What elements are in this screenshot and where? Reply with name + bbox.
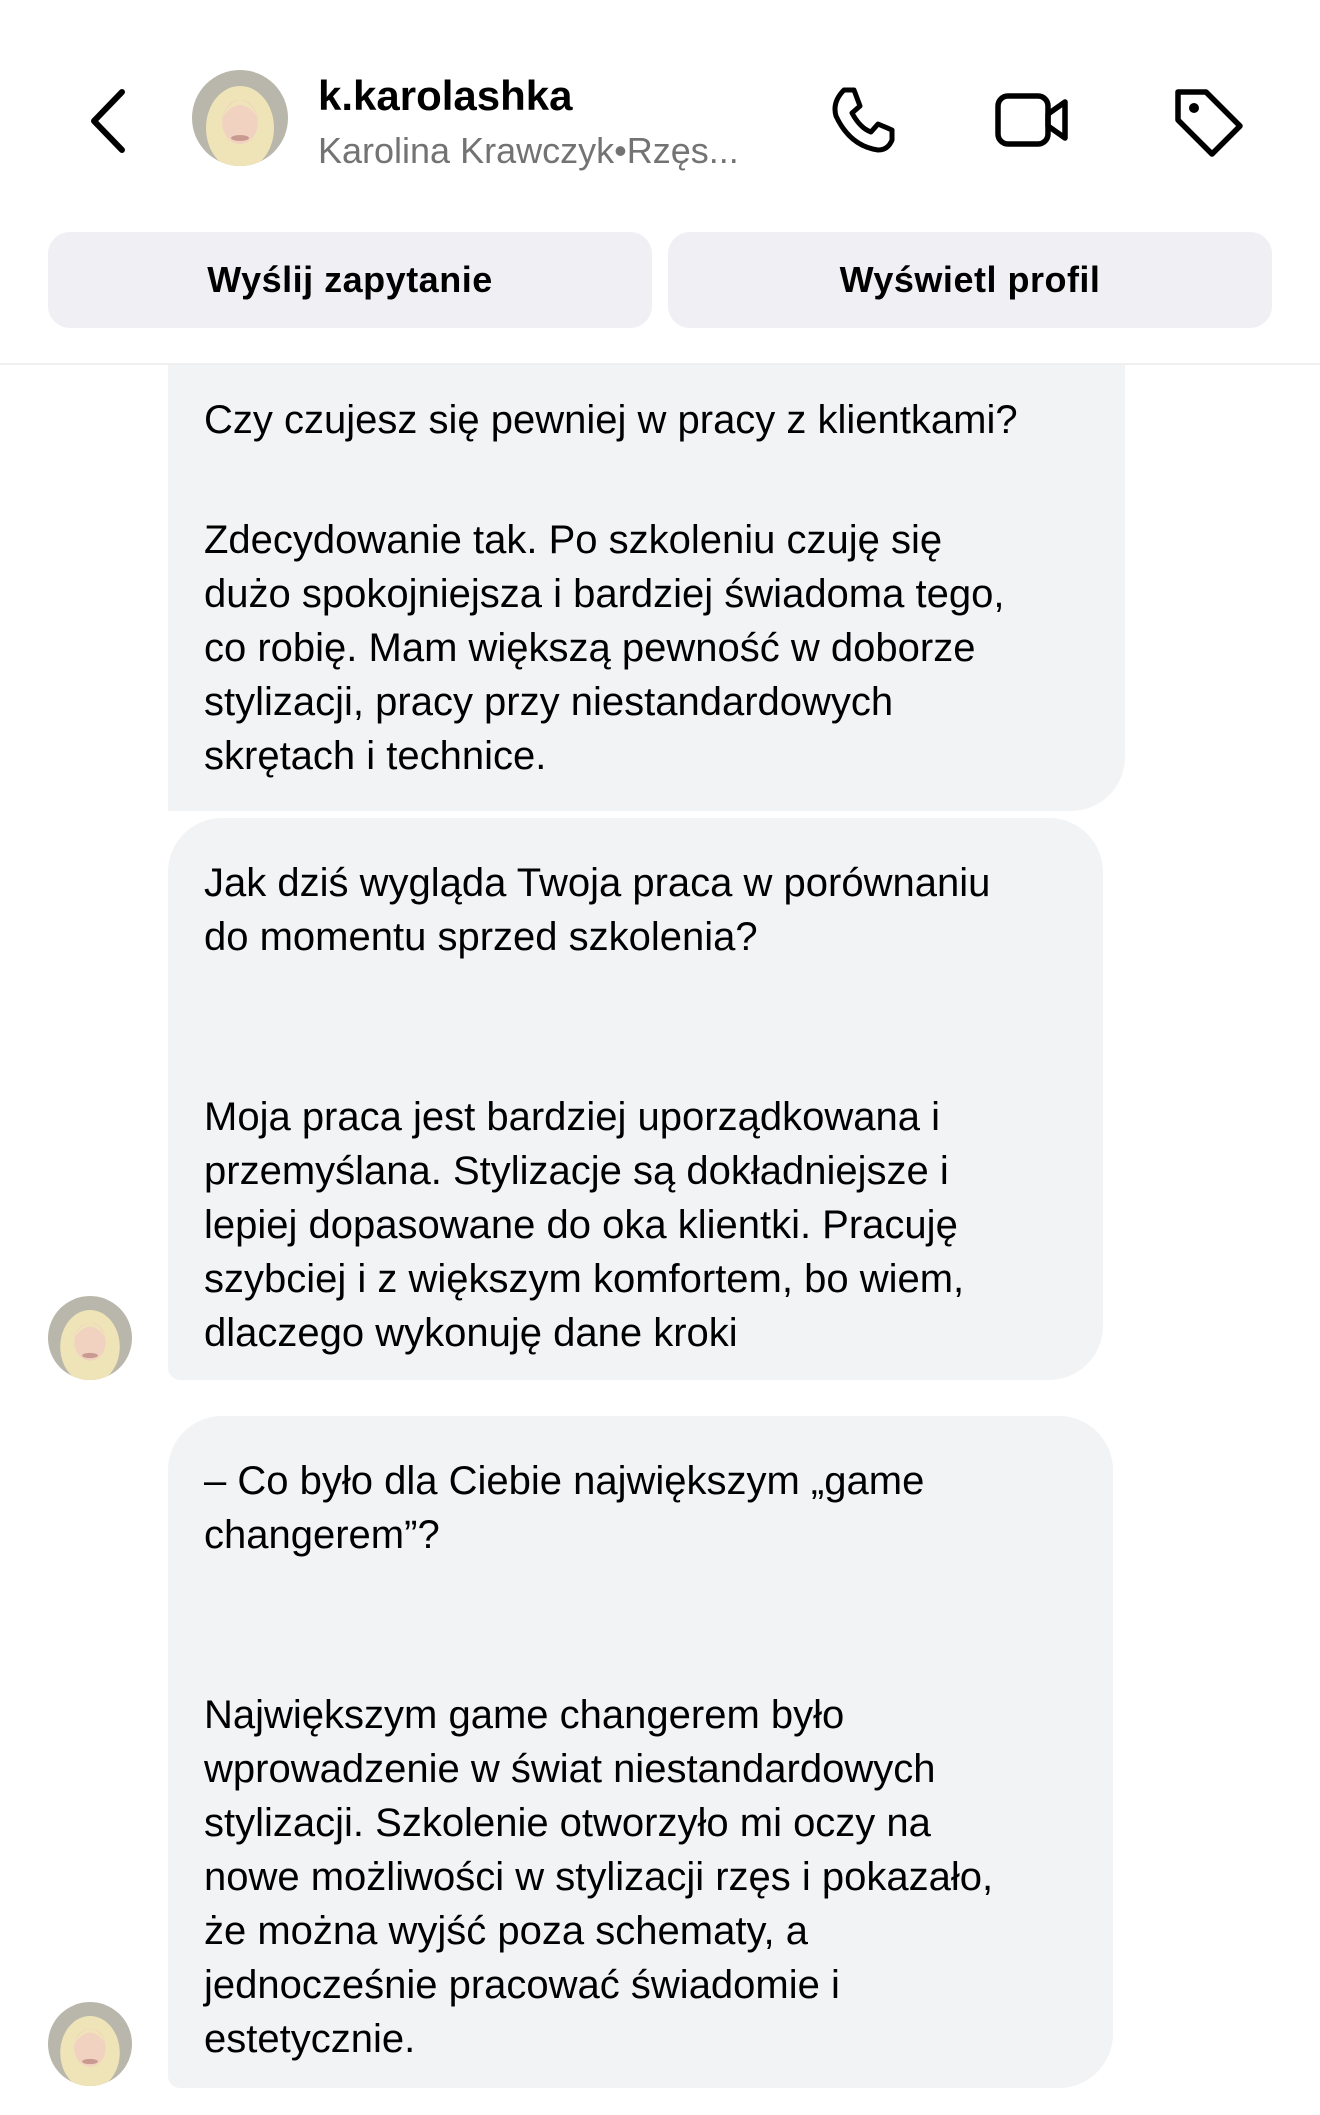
message-bubble[interactable]: – Co było dla Ciebie największym „game c… (168, 1416, 1113, 2088)
phone-icon[interactable] (822, 80, 902, 160)
message-question: Jak dziś wygląda Twoja praca w porównani… (204, 861, 991, 959)
message-question: Czy czujesz się pewniej w pracy z klient… (204, 398, 1018, 442)
message-question: – Co było dla Ciebie największym „game c… (204, 1459, 925, 1557)
avatar[interactable] (192, 70, 288, 166)
send-request-button[interactable]: Wyślij zapytanie (48, 232, 652, 328)
chat-username[interactable]: k.karolashka (318, 72, 573, 120)
view-profile-button[interactable]: Wyświetl profil (668, 232, 1272, 328)
message-bubble[interactable]: Jak dziś wygląda Twoja praca w porównani… (168, 818, 1103, 1380)
message-answer: Moja praca jest bardziej uporządkowana i… (204, 1095, 965, 1355)
message-bubble[interactable]: Czy czujesz się pewniej w pracy z klient… (168, 365, 1125, 811)
avatar[interactable] (48, 1296, 132, 1380)
back-chevron-icon[interactable] (78, 82, 138, 160)
message-answer: Zdecydowanie tak. Po szkoleniu czuję się… (204, 518, 1005, 778)
avatar[interactable] (48, 2002, 132, 2086)
chat-subtitle: Karolina Krawczyk•Rzęs... (318, 130, 739, 171)
message-answer: Największym game changerem było wprowadz… (204, 1693, 994, 2061)
video-camera-icon[interactable] (993, 80, 1073, 160)
tag-icon[interactable] (1168, 80, 1248, 160)
chat-header: k.karolashka Karolina Krawczyk•Rzęs... W… (0, 0, 1320, 365)
